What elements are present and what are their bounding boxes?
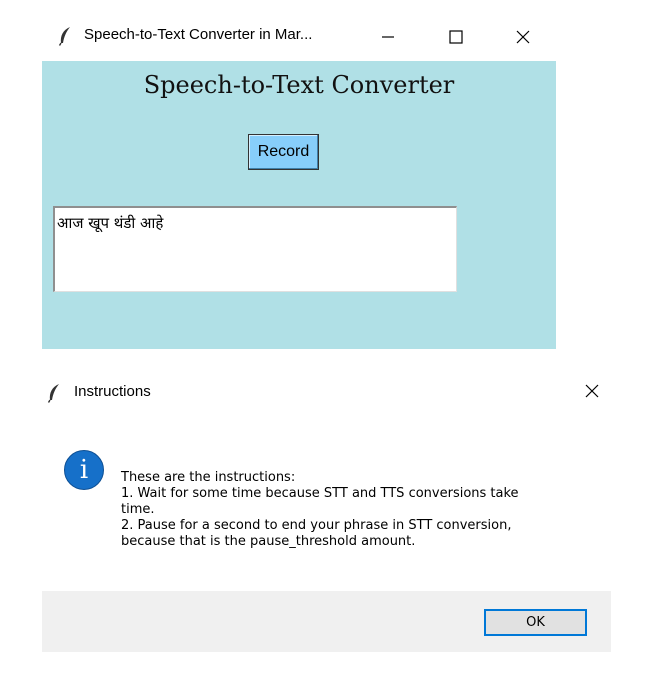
- close-button[interactable]: [503, 18, 543, 56]
- maximize-icon: [449, 30, 463, 44]
- window-title: Speech-to-Text Converter in Mar...: [84, 26, 313, 43]
- message-line: 1. Wait for some time because STT and TT…: [121, 486, 519, 501]
- feather-icon: [47, 383, 61, 403]
- dialog-button-bar: OK: [42, 591, 611, 652]
- dialog-message: These are the instructions: 1. Wait for …: [121, 470, 571, 550]
- message-line: time.: [121, 502, 155, 517]
- ok-button[interactable]: OK: [484, 609, 587, 636]
- dialog-title: Instructions: [74, 383, 151, 400]
- minimize-button[interactable]: [368, 18, 408, 56]
- feather-icon: [58, 26, 72, 46]
- maximize-button[interactable]: [436, 18, 476, 56]
- minimize-icon: [382, 36, 394, 38]
- info-icon-glyph: i: [79, 455, 89, 485]
- record-button[interactable]: Record: [248, 134, 319, 170]
- message-line: 2. Pause for a second to end your phrase…: [121, 518, 512, 533]
- message-line: because that is the pause_threshold amou…: [121, 534, 416, 549]
- close-icon: [516, 30, 530, 44]
- transcript-text-area[interactable]: आज खूप थंडी आहे: [53, 206, 457, 292]
- info-icon: i: [64, 450, 104, 490]
- app-heading: Speech-to-Text Converter: [143, 71, 455, 99]
- message-line: These are the instructions:: [121, 470, 296, 485]
- close-icon: [585, 384, 599, 398]
- dialog-close-button[interactable]: [574, 372, 610, 410]
- main-window-body: Speech-to-Text Converter Record आज खूप थ…: [42, 61, 556, 349]
